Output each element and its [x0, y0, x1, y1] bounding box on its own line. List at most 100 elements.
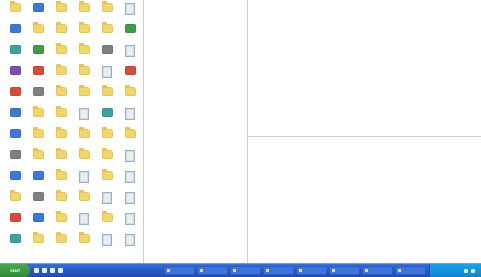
- taskbar-button[interactable]: [362, 266, 393, 275]
- desktop-icon[interactable]: [27, 148, 49, 170]
- desktop-icon[interactable]: [50, 211, 72, 233]
- desktop-icon[interactable]: [4, 45, 26, 65]
- folder-icon: [78, 43, 90, 54]
- desktop-icon[interactable]: [27, 232, 49, 254]
- desktop-icon[interactable]: [27, 127, 49, 149]
- desktop-icon[interactable]: [96, 1, 118, 23]
- application-icon: [9, 87, 21, 96]
- desktop-icon[interactable]: [27, 106, 49, 128]
- taskbar-button[interactable]: [164, 266, 195, 275]
- volume-icon[interactable]: [471, 268, 475, 273]
- desktop-icon[interactable]: [119, 171, 141, 191]
- desktop-icon[interactable]: [73, 85, 95, 107]
- desktop-icon[interactable]: [4, 87, 26, 107]
- desktop-icon[interactable]: [73, 190, 95, 212]
- desktop-icon[interactable]: [73, 1, 95, 23]
- desktop-icon[interactable]: [73, 64, 95, 86]
- folder-icon: [55, 211, 67, 222]
- taskbar-button[interactable]: [296, 266, 327, 275]
- desktop-icon[interactable]: [4, 1, 26, 23]
- desktop-icon[interactable]: [96, 148, 118, 170]
- desktop-icon[interactable]: [119, 66, 141, 86]
- desktop-icon[interactable]: [50, 22, 72, 44]
- desktop-icon[interactable]: [50, 169, 72, 191]
- desktop-icon[interactable]: [119, 24, 141, 44]
- desktop-icon[interactable]: [4, 150, 26, 170]
- desktop-icon[interactable]: [50, 106, 72, 128]
- ie-icon[interactable]: [34, 268, 39, 273]
- taskbar: start: [0, 263, 481, 277]
- desktop-icon[interactable]: [119, 192, 141, 212]
- taskbar-button[interactable]: [395, 266, 426, 275]
- desktop-icon[interactable]: [73, 22, 95, 44]
- desktop-icon[interactable]: [4, 190, 26, 212]
- desktop-icon[interactable]: [27, 3, 49, 23]
- desktop-icon[interactable]: [96, 22, 118, 44]
- network-icon[interactable]: [464, 268, 468, 273]
- desktop-icon[interactable]: [119, 234, 141, 254]
- desktop-icon[interactable]: [73, 127, 95, 149]
- desktop-icon[interactable]: [119, 3, 141, 23]
- folder-icon: [55, 64, 67, 75]
- folder-icon: [266, 269, 269, 272]
- desktop-icon[interactable]: [73, 171, 95, 191]
- application-icon: [32, 213, 44, 222]
- folder-icon: [32, 106, 44, 117]
- desktop-icon[interactable]: [27, 171, 49, 191]
- desktop-icon[interactable]: [119, 85, 141, 107]
- desktop-icon[interactable]: [119, 150, 141, 170]
- desktop-icon[interactable]: [4, 24, 26, 44]
- desktop-icon[interactable]: [73, 148, 95, 170]
- start-button[interactable]: start: [0, 264, 30, 277]
- document-icon: [102, 66, 112, 78]
- taskbar-button[interactable]: [230, 266, 261, 275]
- desktop-icon[interactable]: [4, 171, 26, 191]
- desktop-icon[interactable]: [4, 66, 26, 86]
- desktop-icon[interactable]: [96, 127, 118, 149]
- desktop-icon[interactable]: [50, 127, 72, 149]
- desktop-icon[interactable]: [96, 108, 118, 128]
- desktop-icon[interactable]: [73, 232, 95, 254]
- media-icon[interactable]: [50, 268, 55, 273]
- desktop-icon[interactable]: [50, 232, 72, 254]
- application-icon: [101, 45, 113, 54]
- desktop-icon[interactable]: [96, 45, 118, 65]
- desktop-icon[interactable]: [73, 108, 95, 128]
- taskbar-button[interactable]: [329, 266, 360, 275]
- desktop-icon[interactable]: [27, 66, 49, 86]
- desktop-icon[interactable]: [50, 190, 72, 212]
- desktop-icon[interactable]: [27, 45, 49, 65]
- desktop-icon[interactable]: [50, 64, 72, 86]
- desktop-icon[interactable]: [119, 108, 141, 128]
- desktop-icon[interactable]: [119, 45, 141, 65]
- application-icon: [9, 24, 21, 33]
- application-icon: [32, 3, 44, 12]
- desktop-icon[interactable]: [96, 85, 118, 107]
- desktop-icon[interactable]: [4, 129, 26, 149]
- desktop-icon[interactable]: [119, 127, 141, 149]
- desktop-icon[interactable]: [4, 108, 26, 128]
- desktop-icon[interactable]: [73, 43, 95, 65]
- desktop-icon[interactable]: [42, 268, 47, 273]
- desktop-icon[interactable]: [96, 169, 118, 191]
- desktop-icon[interactable]: [27, 213, 49, 233]
- desktop-icon[interactable]: [50, 85, 72, 107]
- desktop-icon[interactable]: [4, 213, 26, 233]
- taskbar-button[interactable]: [263, 266, 294, 275]
- desktop-icon[interactable]: [27, 87, 49, 107]
- desktop-icon[interactable]: [119, 213, 141, 233]
- desktop-icon[interactable]: [96, 234, 118, 254]
- mail-icon[interactable]: [58, 268, 63, 273]
- desktop-icon[interactable]: [27, 22, 49, 44]
- desktop-icon[interactable]: [50, 43, 72, 65]
- desktop-icon[interactable]: [4, 234, 26, 254]
- desktop-icon[interactable]: [27, 192, 49, 212]
- desktop-icon[interactable]: [73, 213, 95, 233]
- desktop-icon[interactable]: [50, 1, 72, 23]
- taskbar-button[interactable]: [197, 266, 228, 275]
- desktop-icon[interactable]: [96, 66, 118, 86]
- desktop-icon[interactable]: [96, 211, 118, 233]
- desktop-icon[interactable]: [96, 192, 118, 212]
- folder-icon: [200, 269, 203, 272]
- desktop-icon[interactable]: [50, 148, 72, 170]
